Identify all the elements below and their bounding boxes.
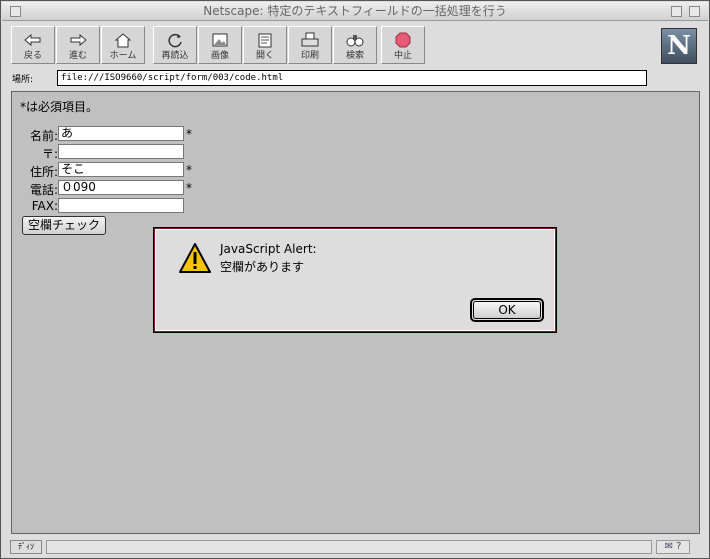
open-icon	[258, 33, 272, 48]
stop-label: 中止	[393, 51, 412, 61]
collapse-box[interactable]	[689, 6, 700, 17]
window-title: Netscape: 特定のテキストフィールドの一括処理を行う	[203, 4, 507, 18]
reload-label: 再読込	[161, 51, 189, 61]
required-mark: *	[186, 127, 192, 141]
status-bar: ﾃﾞｨｿ ✉ ?	[2, 538, 708, 558]
binoculars-icon	[346, 35, 364, 47]
reload-icon	[168, 33, 182, 48]
name-input[interactable]: あ	[58, 126, 184, 141]
home-button[interactable]: ホーム	[101, 26, 145, 64]
mail-icon[interactable]: ✉ ?	[656, 540, 690, 554]
netscape-logo-letter: N	[667, 31, 691, 61]
nav-group: 戻る 進む ホーム	[11, 26, 146, 64]
print-button[interactable]: 印刷	[288, 26, 332, 64]
form-row-name-input: あ *	[12, 126, 212, 142]
back-label: 戻る	[23, 51, 42, 61]
forward-label: 進む	[68, 51, 87, 61]
browser-window: Netscape: 特定のテキストフィールドの一括処理を行う 戻る 進む ホーム…	[0, 0, 710, 559]
printer-icon	[301, 32, 319, 47]
url-field[interactable]: file:///ISO9660/script/form/003/code.htm…	[57, 70, 647, 86]
phone-input[interactable]: ０090	[58, 180, 184, 195]
address-input[interactable]: そこ	[58, 162, 184, 177]
home-icon	[114, 33, 132, 48]
ok-button[interactable]: OK	[470, 298, 544, 322]
home-label: ホーム	[109, 51, 137, 61]
open-button[interactable]: 開く	[243, 26, 287, 64]
images-label: 画像	[210, 51, 229, 61]
blank-check-button[interactable]: 空欄チェック	[22, 216, 107, 235]
location-label: 場所:	[12, 75, 34, 85]
fax-input[interactable]	[58, 198, 184, 213]
find-label: 検索	[345, 51, 364, 61]
images-icon	[212, 33, 228, 47]
netscape-logo: N	[661, 28, 697, 64]
form-row-phone-input: ０090 *	[12, 180, 212, 196]
navigation-toolbar: 戻る 進む ホーム 再読込 画像 開く 印刷 検索 中止	[2, 22, 708, 68]
required-mark: *	[186, 181, 192, 195]
ok-button-label: OK	[473, 301, 541, 319]
stop-group: 中止	[381, 26, 426, 64]
stop-button[interactable]: 中止	[381, 26, 425, 64]
form-row-address-input: そこ *	[12, 162, 212, 178]
alert-message: 空欄があります	[220, 260, 305, 274]
images-button[interactable]: 画像	[198, 26, 242, 64]
required-note: *は必須項目。	[20, 100, 99, 114]
location-bar: 場所: file:///ISO9660/script/form/003/code…	[2, 69, 708, 89]
title-bar[interactable]: Netscape: 特定のテキストフィールドの一括処理を行う	[2, 2, 708, 21]
required-mark: *	[186, 163, 192, 177]
status-text	[46, 540, 652, 554]
warning-icon	[179, 243, 211, 273]
forward-button[interactable]: 進む	[56, 26, 100, 64]
page-group: 再読込 画像 開く 印刷 検索	[153, 26, 378, 64]
back-button[interactable]: 戻る	[11, 26, 55, 64]
forward-arrow-icon	[70, 33, 87, 47]
javascript-alert-dialog: JavaScript Alert: 空欄があります OK	[153, 227, 557, 333]
zip-input[interactable]	[58, 144, 184, 159]
zoom-box[interactable]	[671, 6, 682, 17]
print-label: 印刷	[300, 51, 319, 61]
security-button[interactable]: ﾃﾞｨｿ	[10, 540, 42, 554]
alert-title: JavaScript Alert:	[220, 242, 317, 256]
reload-button[interactable]: 再読込	[153, 26, 197, 64]
close-box[interactable]	[10, 6, 21, 17]
find-button[interactable]: 検索	[333, 26, 377, 64]
stop-icon	[395, 32, 411, 48]
open-label: 開く	[255, 51, 274, 61]
form-row-fax-input	[12, 198, 212, 214]
back-arrow-icon	[24, 33, 41, 47]
form-row-zip-input	[12, 144, 212, 160]
